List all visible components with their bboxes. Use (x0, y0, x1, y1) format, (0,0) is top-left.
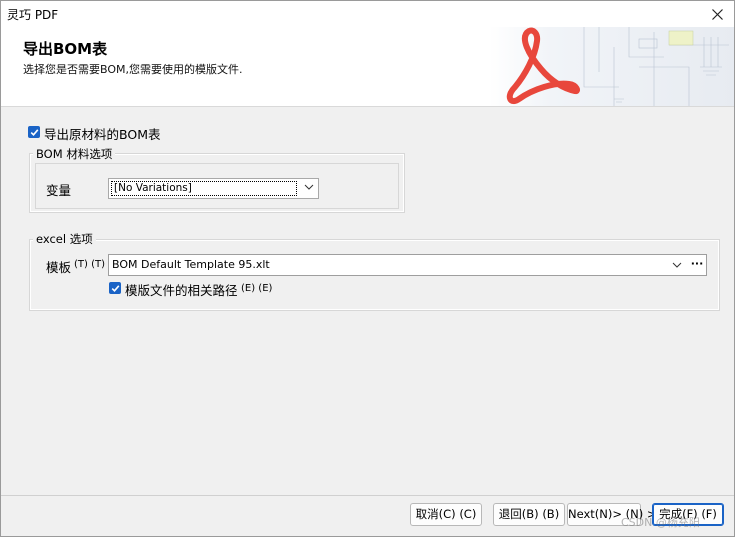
back-button[interactable]: 退回(B) (B) (493, 503, 565, 526)
template-value: BOM Default Template 95.xlt (112, 258, 270, 271)
wizard-header: 导出BOM表 选择您是否需要BOM,您需要使用的模版文件. (1, 27, 734, 107)
template-shortcut: (T) (T) (74, 259, 106, 270)
close-icon (711, 8, 723, 20)
relative-path-checkbox[interactable] (109, 282, 121, 294)
page-subtitle: 选择您是否需要BOM,您需要使用的模版文件. (23, 63, 243, 76)
close-button[interactable] (700, 1, 734, 27)
export-raw-bom-label: 导出原材料的BOM表 (44, 127, 161, 142)
chevron-down-icon (304, 184, 314, 190)
checkmark-icon (30, 128, 38, 136)
export-raw-bom-checkbox[interactable] (28, 126, 40, 138)
template-select[interactable]: BOM Default Template 95.xlt (108, 254, 689, 276)
window-title: 灵巧 PDF (7, 8, 59, 22)
title-bar: 灵巧 PDF (1, 1, 734, 27)
template-label: 模板 (46, 260, 72, 275)
finish-button[interactable]: 完成(F) (F) (652, 503, 724, 526)
browse-template-button[interactable]: ··· (688, 254, 707, 276)
footer-divider (1, 495, 734, 496)
bom-options-group-title: BOM 材料选项 (33, 146, 116, 162)
browse-label: ··· (690, 257, 704, 270)
cancel-button[interactable]: 取消(C) (C) (410, 503, 482, 526)
chevron-down-icon (672, 262, 682, 268)
header-banner-image (489, 27, 734, 106)
wizard-body: 导出原材料的BOM表 BOM 材料选项 变量 [No Variations] e… (1, 107, 734, 497)
excel-options-group-title: excel 选项 (33, 231, 96, 247)
variant-select[interactable]: [No Variations] (108, 178, 319, 199)
variant-label: 变量 (46, 183, 72, 198)
checkmark-icon (111, 284, 119, 292)
variant-selected-value: [No Variations] (111, 181, 297, 196)
page-title: 导出BOM表 (23, 40, 108, 58)
relative-path-shortcut: (E) (E) (241, 283, 273, 294)
next-button[interactable]: Next(N)> (N) > (567, 503, 657, 526)
relative-path-label: 模版文件的相关路径 (125, 283, 238, 298)
export-bom-dialog: 灵巧 PDF 导出BOM表 选择您是否需要BOM,您需要使用的模版文件. 导出原… (0, 0, 735, 537)
